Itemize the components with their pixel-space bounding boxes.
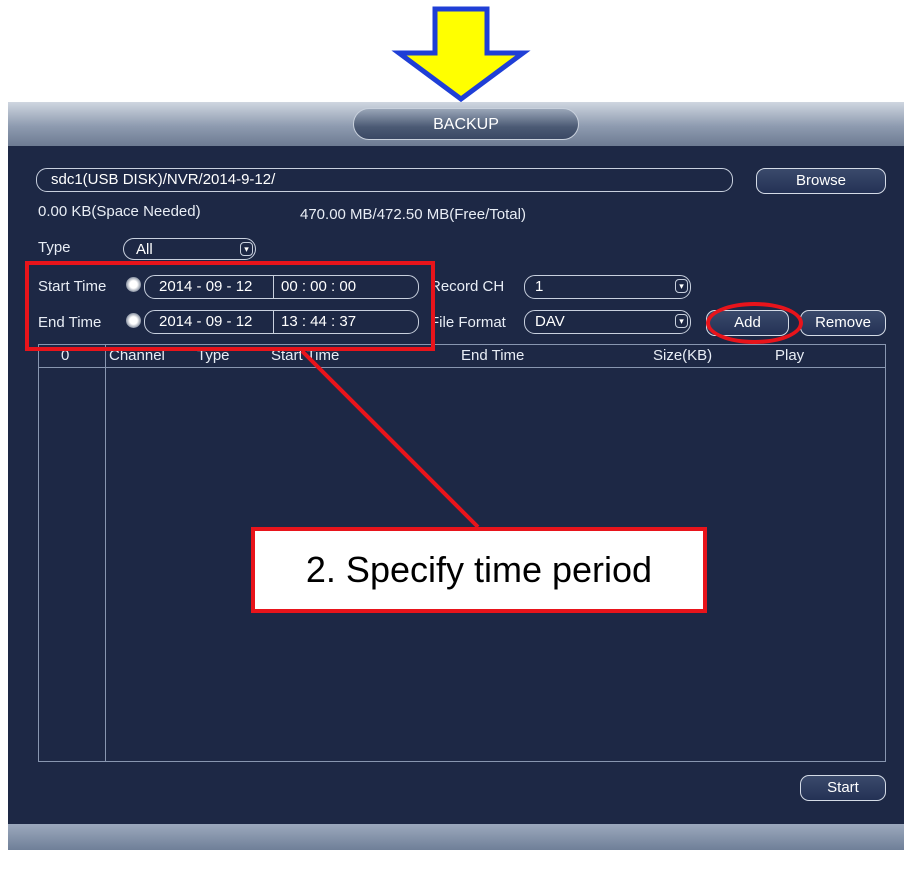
annotation-callout: 2. Specify time period: [251, 527, 707, 613]
annotation-pointer-line: [300, 349, 480, 529]
